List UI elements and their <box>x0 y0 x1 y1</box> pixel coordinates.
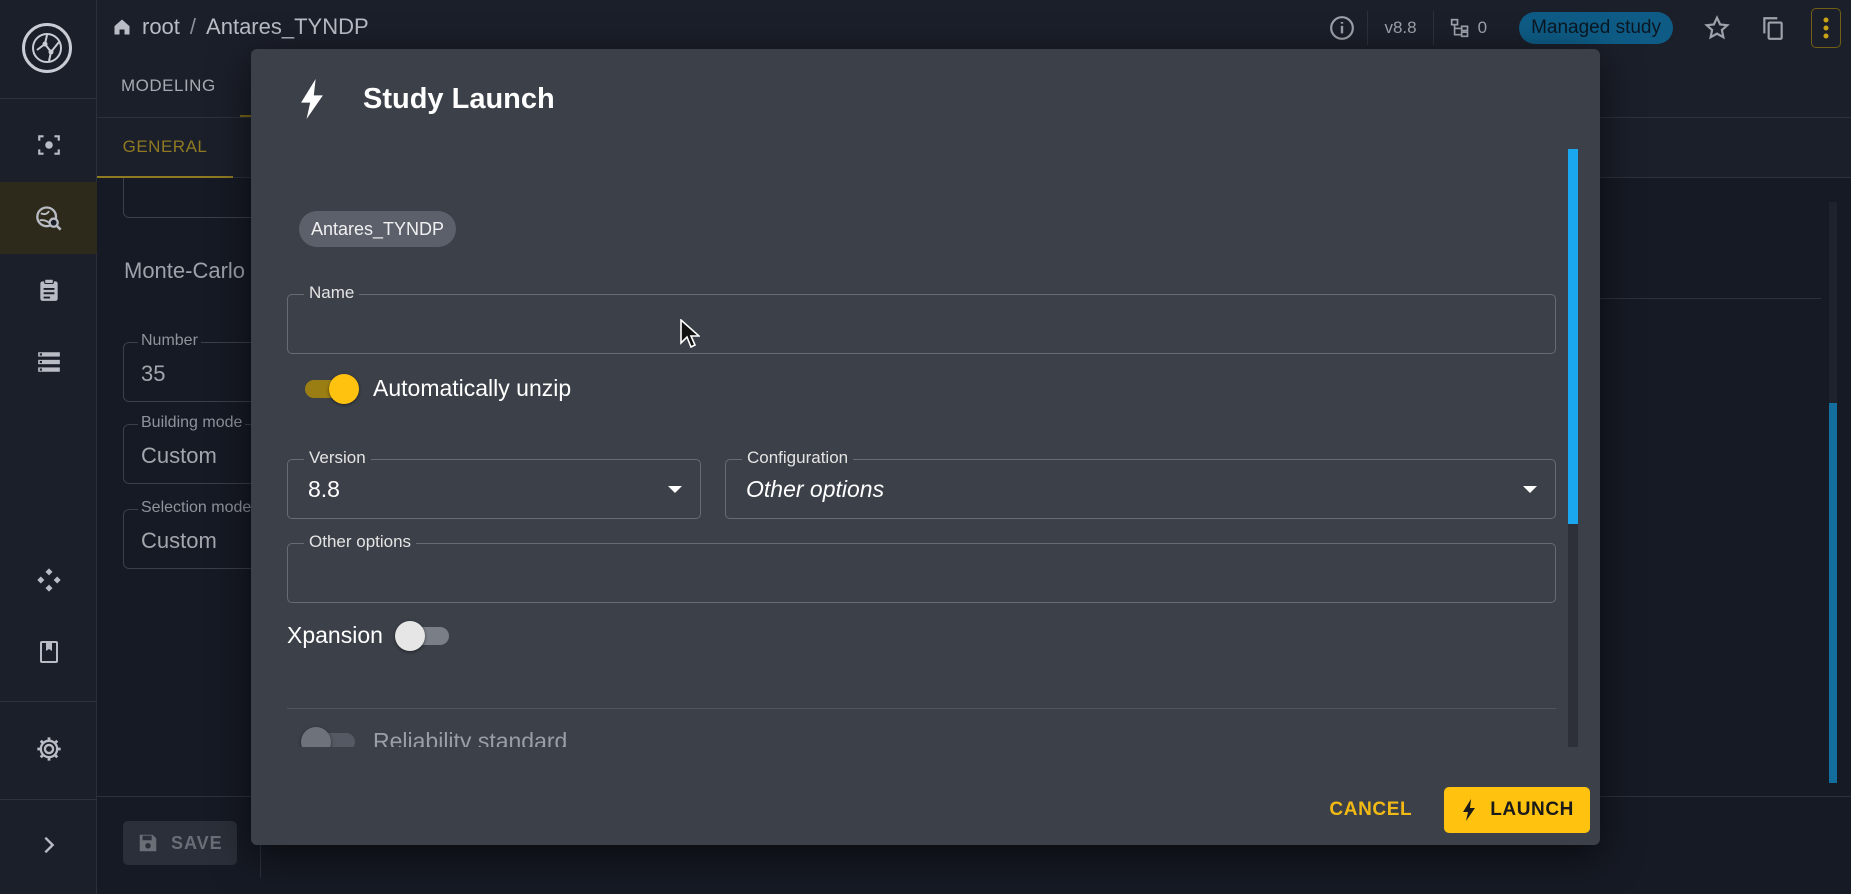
tab-general[interactable]: GENERAL <box>97 118 233 178</box>
explore-icon <box>35 204 63 232</box>
dialog-divider <box>287 708 1556 709</box>
sidebar-divider <box>0 701 97 702</box>
study-chip: Antares_TYNDP <box>299 211 457 247</box>
name-field-label: Name <box>304 283 360 303</box>
sidebar-item-studies[interactable] <box>0 109 97 181</box>
name-field[interactable]: Name <box>287 283 1556 354</box>
sidebar-expand-button[interactable] <box>0 809 97 881</box>
monte-carlo-section-title: Monte-Carlo <box>124 258 246 283</box>
save-button[interactable]: SAVE <box>123 821 237 865</box>
dialog-actions: CANCEL LAUNCH <box>1319 787 1590 833</box>
top-bar: root / Antares_TYNDP v8.8 0 Managed stud… <box>97 0 1851 56</box>
building-mode-label: Building mode <box>138 414 246 432</box>
study-launch-dialog: Study Launch Antares_TYNDP Name Automati… <box>251 49 1600 845</box>
sidebar-item-api[interactable] <box>0 544 97 616</box>
version-select[interactable]: Version 8.8 <box>287 448 701 519</box>
configuration-field-label: Configuration <box>742 448 854 468</box>
expand-icon <box>38 834 60 856</box>
number-field-label: Number <box>138 332 201 350</box>
version-badge: v8.8 <box>1384 18 1417 37</box>
breadcrumb: root / Antares_TYNDP <box>112 14 369 40</box>
reliability-toggle[interactable] <box>301 724 359 747</box>
cancel-button[interactable]: CANCEL <box>1319 791 1422 829</box>
breadcrumb-study: Antares_TYNDP <box>206 14 369 39</box>
configuration-field-value: Other options <box>746 476 885 502</box>
docs-icon <box>37 639 61 665</box>
dialog-scrollbar-thumb[interactable] <box>1568 149 1578 524</box>
breadcrumb-root[interactable]: root <box>142 14 180 40</box>
building-mode-value: Custom <box>141 443 217 468</box>
dialog-body: Antares_TYNDP Name Automatically unzip V… <box>251 149 1586 747</box>
sidebar-item-docs[interactable] <box>0 616 97 688</box>
chevron-down-icon <box>668 486 682 493</box>
selection-mode-label: Selection mode <box>138 499 255 517</box>
save-icon <box>137 832 159 854</box>
sidebar-item-explore[interactable] <box>0 182 97 254</box>
content-scrollbar-thumb[interactable] <box>1829 403 1837 783</box>
sidebar-item-settings[interactable] <box>0 713 97 785</box>
sidebar-item-tasks[interactable] <box>0 254 97 326</box>
xpansion-row: Xpansion <box>287 618 453 652</box>
settings-icon <box>35 735 63 763</box>
other-options-label: Other options <box>304 532 417 552</box>
data-icon <box>35 349 63 375</box>
top-bar-actions: v8.8 0 Managed study <box>1317 0 1851 56</box>
bolt-icon <box>299 79 325 119</box>
selection-mode-value: Custom <box>141 528 217 553</box>
version-field-label: Version <box>304 448 371 468</box>
managed-study-badge: Managed study <box>1519 12 1673 44</box>
antares-logo-icon[interactable] <box>22 23 72 73</box>
save-label: SAVE <box>171 832 223 853</box>
reliability-row: Reliability standard <box>301 724 567 747</box>
dialog-title: Study Launch <box>363 83 555 115</box>
sidebar-divider <box>0 98 97 99</box>
other-options-field[interactable]: Other options <box>287 532 1556 603</box>
number-field-value: 35 <box>141 361 166 386</box>
xpansion-toggle[interactable] <box>394 618 453 652</box>
mouse-cursor-icon <box>680 319 700 349</box>
tasks-icon <box>36 277 62 303</box>
more-options-icon[interactable] <box>1811 8 1841 48</box>
auto-unzip-toggle[interactable] <box>301 371 359 405</box>
reliability-label: Reliability standard <box>373 727 568 748</box>
api-icon <box>35 566 63 594</box>
home-icon[interactable] <box>112 17 132 37</box>
tab-modeling[interactable]: MODELING <box>121 76 216 96</box>
sidebar-divider <box>0 799 97 800</box>
bolt-icon <box>1462 799 1476 821</box>
info-icon[interactable] <box>1317 0 1367 56</box>
auto-unzip-label: Automatically unzip <box>373 374 572 401</box>
variants-icon <box>1450 18 1470 38</box>
xpansion-label: Xpansion <box>287 621 383 648</box>
variants-count: 0 <box>1477 18 1488 37</box>
variants-info[interactable]: 0 <box>1432 11 1503 45</box>
launch-label: LAUNCH <box>1490 799 1574 820</box>
dialog-header: Study Launch <box>251 49 1600 141</box>
version-info: v8.8 <box>1367 11 1432 45</box>
sidebar <box>0 0 97 894</box>
chevron-down-icon <box>1523 486 1537 493</box>
sidebar-item-data[interactable] <box>0 326 97 398</box>
version-field-value: 8.8 <box>308 476 340 502</box>
launch-button[interactable]: LAUNCH <box>1444 787 1590 833</box>
configuration-select[interactable]: Configuration Other options <box>725 448 1556 519</box>
breadcrumb-separator: / <box>189 14 197 39</box>
favorite-star-icon[interactable] <box>1689 0 1745 56</box>
studies-icon <box>36 132 62 158</box>
copy-icon[interactable] <box>1745 0 1801 56</box>
auto-unzip-row: Automatically unzip <box>301 371 571 405</box>
